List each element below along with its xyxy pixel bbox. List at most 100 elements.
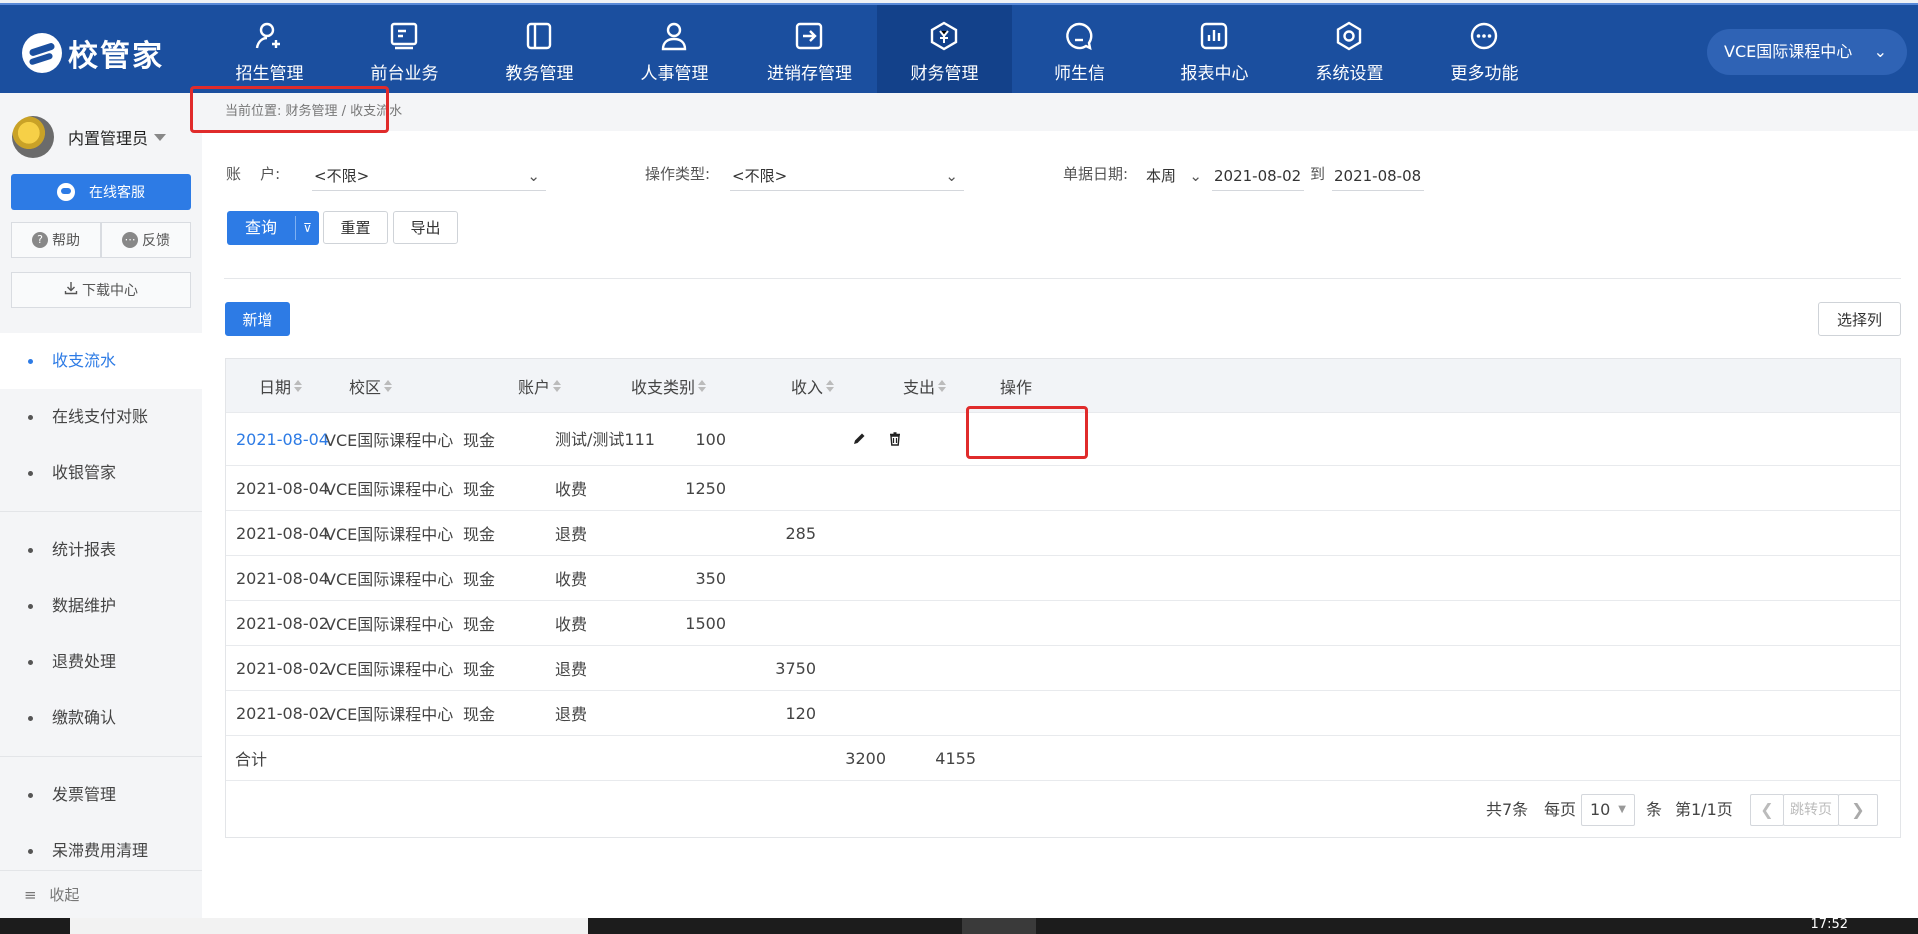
book-icon [524, 21, 554, 51]
table-row: 2021-08-02 VCE国际课程中心 现金 退费 120 [226, 691, 1900, 736]
main-content: 当前位置: 财务管理 / 收支流水 账 户: <不限> ⌄ 操作类型: <不限>… [190, 86, 1918, 918]
col-expense[interactable]: 支出 [903, 359, 947, 412]
col-date[interactable]: 日期 [259, 359, 303, 412]
sidebar-item-2-0[interactable]: 发票管理 [0, 767, 202, 823]
double-chevron-down-icon[interactable]: ⊽ [296, 211, 319, 245]
nav-item-1[interactable]: 前台业务 [337, 5, 472, 95]
help-button[interactable]: ? 帮助 [11, 222, 101, 258]
chevron-right-icon: ❯ [1851, 800, 1865, 819]
download-icon [64, 281, 78, 299]
table-row: 2021-08-02 VCE国际课程中心 现金 退费 3750 [226, 646, 1900, 691]
next-page-button[interactable]: ❯ [1838, 794, 1878, 826]
finance-icon [929, 21, 959, 51]
jump-page-input[interactable]: 跳转页 [1783, 794, 1839, 826]
user-add-icon [254, 21, 284, 51]
optype-select[interactable]: <不限> ⌄ [730, 161, 964, 191]
select-columns-button[interactable]: 选择列 [1818, 302, 1901, 336]
nav-item-5[interactable]: 财务管理 [877, 5, 1012, 95]
cell-date[interactable]: 2021-08-04 [236, 413, 329, 465]
sort-icon [384, 379, 393, 392]
add-button[interactable]: 新增 [225, 302, 290, 336]
account-select[interactable]: <不限> ⌄ [312, 161, 546, 191]
cell-date: 2021-08-02 [236, 658, 329, 678]
user-name: 内置管理员 [68, 129, 149, 148]
sidebar-item-1-3[interactable]: 缴款确认 [0, 690, 202, 746]
nav-item-6[interactable]: 师生信 [1012, 5, 1147, 95]
cell-campus: VCE国际课程中心 [325, 660, 454, 679]
online-service-button[interactable]: 在线客服 [11, 174, 191, 210]
sidebar-item-1-1[interactable]: 数据维护 [0, 578, 202, 634]
cell-date: 2021-08-04 [236, 568, 329, 588]
highlight-breadcrumb [190, 86, 389, 133]
cell-campus: VCE国际课程中心 [325, 480, 454, 499]
cell-campus: VCE国际课程中心 [325, 525, 454, 544]
trash-icon[interactable] [887, 431, 903, 447]
app-logo[interactable]: 校管家 [22, 33, 164, 74]
export-button[interactable]: 导出 [393, 211, 458, 244]
date-range-select[interactable]: 本周 ⌄ [1144, 161, 1208, 191]
download-center-button[interactable]: 下载中心 [11, 272, 191, 308]
taskbar-search[interactable] [70, 918, 588, 934]
cell-date: 2021-08-02 [236, 613, 329, 633]
report-icon [1199, 21, 1229, 51]
collapse-button[interactable]: ≡ 收起 [0, 870, 202, 918]
cell-account: 现金 [463, 615, 496, 634]
chevron-down-icon: ⌄ [945, 167, 958, 185]
nav-item-2[interactable]: 教务管理 [472, 5, 607, 95]
cell-account: 现金 [463, 480, 496, 499]
chevron-down-icon: ⌄ [1873, 42, 1887, 61]
cell-category: 收费 [555, 480, 588, 499]
sidebar: 内置管理员 在线客服 ? 帮助 ⋯ 反馈 下载中心 收支流水 在线支付对账 收银管家… [0, 93, 202, 918]
cell-category: 收费 [555, 570, 588, 589]
cell-income [626, 511, 726, 555]
pagination: 共7条 每页 10 ▼ 条 第1/1页 ❮ 跳转页 ❯ [226, 781, 1900, 837]
taskbar-app-active[interactable] [962, 918, 1036, 934]
cell-expense [716, 413, 816, 465]
nav-item-3[interactable]: 人事管理 [607, 5, 742, 95]
cell-campus: VCE国际课程中心 [325, 431, 454, 450]
sidebar-item-0-2[interactable]: 收银管家 [0, 445, 202, 501]
sidebar-item-1-2[interactable]: 退费处理 [0, 634, 202, 690]
table-row: 2021-08-04 VCE国际课程中心 现金 退费 285 [226, 511, 1900, 556]
nav-item-0[interactable]: 招生管理 [202, 5, 337, 95]
col-income[interactable]: 收入 [791, 359, 835, 412]
menu-separator [0, 511, 202, 512]
nav-item-8[interactable]: 系统设置 [1282, 5, 1417, 95]
person-icon [659, 21, 689, 51]
collapse-icon: ≡ [24, 886, 37, 904]
avatar [12, 116, 54, 158]
page-size-select[interactable]: 10 ▼ [1581, 794, 1635, 826]
cell-category: 退费 [555, 660, 588, 679]
col-campus[interactable]: 校区 [349, 359, 393, 412]
cell-expense [716, 466, 816, 510]
table-header: 日期 校区 账户 收支类别 收入 支出 操作 [226, 359, 1900, 413]
cell-account: 现金 [463, 525, 496, 544]
date-to-input[interactable]: 2021-08-08 [1332, 161, 1424, 191]
date-to-separator: 到 [1310, 165, 1326, 183]
school-select[interactable]: VCE国际课程中心 ⌄ [1707, 29, 1907, 75]
col-account[interactable]: 账户 [518, 359, 562, 412]
sidebar-item-0-0[interactable]: 收支流水 [0, 333, 202, 389]
edit-icon[interactable] [851, 431, 867, 447]
nav-item-7[interactable]: 报表中心 [1147, 5, 1282, 95]
reset-button[interactable]: 重置 [323, 211, 388, 244]
more-icon [1469, 21, 1499, 51]
caret-down-icon: ▼ [1618, 804, 1626, 815]
nav-item-4[interactable]: 进销存管理 [742, 5, 877, 95]
sidebar-item-0-1[interactable]: 在线支付对账 [0, 389, 202, 445]
table-row: 2021-08-02 VCE国际课程中心 现金 收费 1500 [226, 601, 1900, 646]
user-menu[interactable]: 内置管理员 [12, 115, 167, 159]
table-body: 2021-08-04 VCE国际课程中心 现金 测试/测试111 100 2021-08-… [226, 413, 1900, 736]
feedback-button[interactable]: ⋯ 反馈 [101, 222, 191, 258]
sidebar-item-1-0[interactable]: 统计报表 [0, 522, 202, 578]
chat-icon [57, 183, 75, 201]
table-row: 2021-08-04 VCE国际课程中心 现金 收费 1250 [226, 466, 1900, 511]
col-category[interactable]: 收支类别 [631, 359, 707, 412]
settings-icon [1334, 21, 1364, 51]
date-from-input[interactable]: 2021-08-02 [1212, 161, 1304, 191]
nav-item-9[interactable]: 更多功能 [1417, 5, 1552, 95]
cell-income: 1250 [685, 478, 726, 498]
prev-page-button[interactable]: ❮ [1750, 794, 1784, 826]
query-button[interactable]: 查询 ⊽ [227, 211, 319, 245]
sort-icon [553, 379, 562, 392]
